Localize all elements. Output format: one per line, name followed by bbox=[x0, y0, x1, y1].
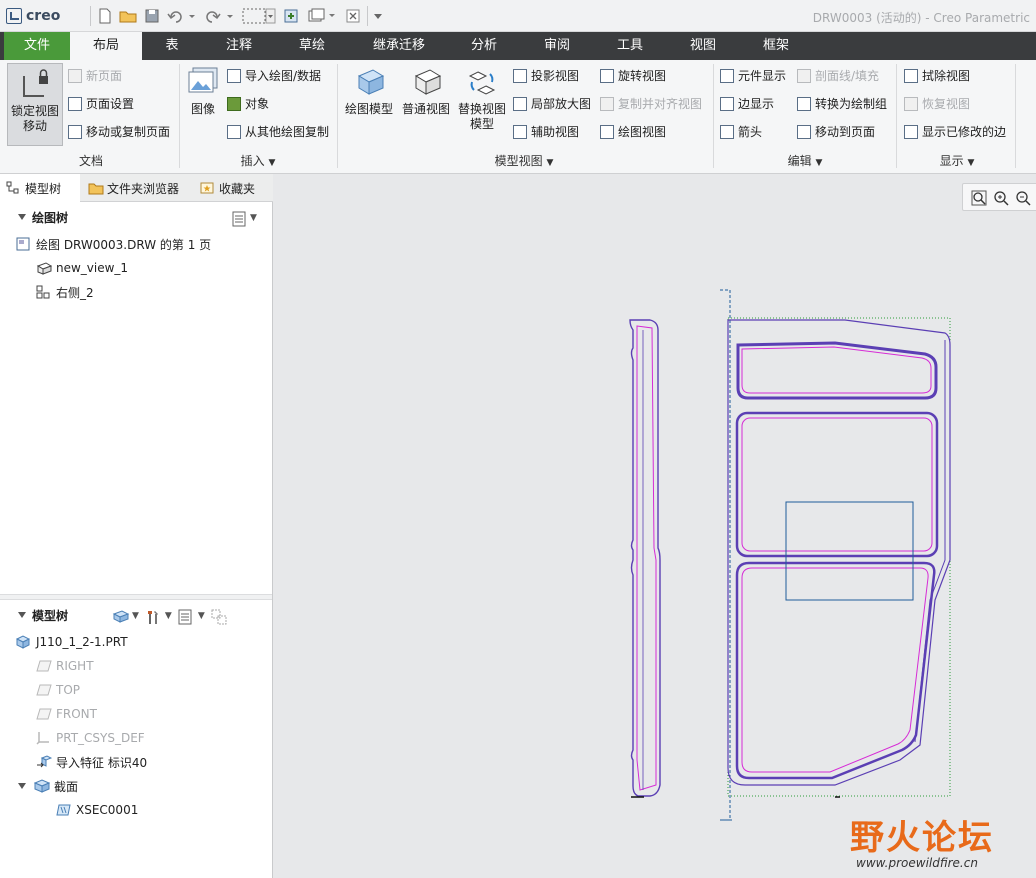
front-view[interactable] bbox=[720, 289, 951, 821]
drawing-views bbox=[629, 289, 951, 821]
forum-watermark: 野火论坛 www.proewildfire.cn bbox=[850, 810, 1030, 874]
watermark-url: www.proewildfire.cn bbox=[856, 856, 978, 870]
watermark-text: 野火论坛 bbox=[850, 818, 994, 858]
right-side-view[interactable] bbox=[629, 319, 661, 798]
